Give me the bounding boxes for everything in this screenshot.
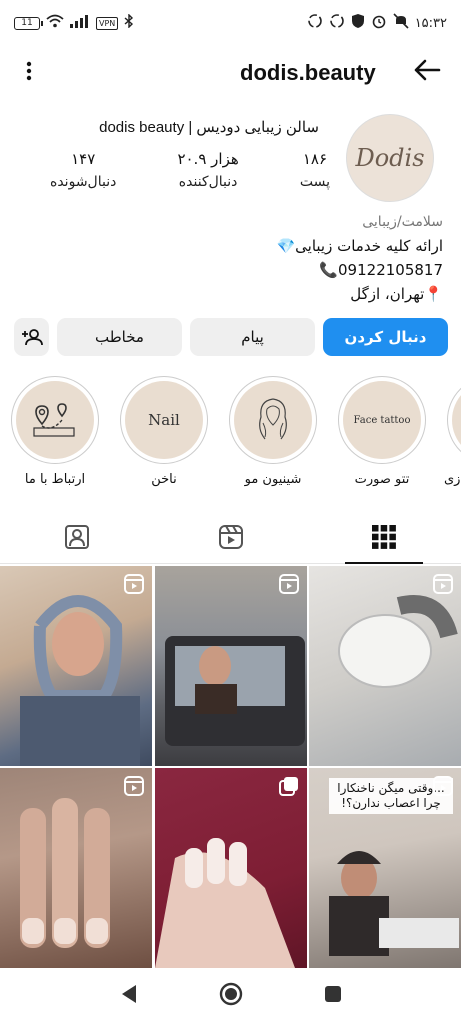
multi-post-icon xyxy=(278,777,298,796)
profile-avatar[interactable]: Dodis xyxy=(346,114,434,202)
hair-sketch-icon xyxy=(234,381,312,459)
stat-posts[interactable]: ۱۸۶ پست xyxy=(300,150,330,190)
highlight-ring xyxy=(229,376,317,464)
map-pin-icon xyxy=(16,381,94,459)
highlight-ring: Face tattoo xyxy=(338,376,426,464)
post-thumbnail[interactable]: ...وقتی میگن ناخنکارا چرا اعصاب ندارن؟! xyxy=(309,768,461,968)
post-thumbnail[interactable] xyxy=(0,768,152,968)
sync-icon xyxy=(307,13,323,33)
post-thumbnail[interactable] xyxy=(154,768,307,968)
bio-phone[interactable]: 09122105817📞 xyxy=(276,258,443,282)
stat-following[interactable]: ۱۴۷ دنبال‌شونده xyxy=(50,150,116,190)
stat-label: پست xyxy=(299,174,330,190)
tab-reels[interactable] xyxy=(154,510,308,563)
more-vertical-icon[interactable] xyxy=(26,61,32,86)
post-image xyxy=(164,636,305,746)
tagged-person-icon xyxy=(64,524,89,549)
battery-level: 11 xyxy=(21,18,33,28)
back-arrow-icon[interactable] xyxy=(413,58,441,86)
post-image xyxy=(20,595,140,766)
highlight-label: ناخن xyxy=(151,472,177,487)
sync-icon xyxy=(329,13,345,33)
reel-badge-icon xyxy=(433,776,453,796)
stat-followers[interactable]: ۲۰.۹ هزار دنبال‌کننده xyxy=(177,150,238,190)
highlight-item[interactable]: شینیون مو xyxy=(228,376,318,487)
status-right: ۱۵:۳۲ xyxy=(307,13,447,33)
highlight-cover: Face tattoo xyxy=(343,381,421,459)
highlight-ring xyxy=(11,376,99,464)
reel-badge-icon xyxy=(124,776,144,796)
story-highlights: ارتباط با ما Nail ناخن شینیون مو Face ta… xyxy=(0,376,461,496)
system-navbar xyxy=(0,968,461,1024)
bio-location: 📍تهران، ازگل xyxy=(350,285,443,303)
highlight-ring: Nail xyxy=(120,376,208,464)
highlight-label: ارتباط با ما xyxy=(24,472,86,487)
highlight-cover-text: Face tattoo xyxy=(353,414,411,426)
reels-icon xyxy=(218,524,243,549)
avatar-logo-text: Dodis xyxy=(355,144,425,172)
profile-full-name: سالن زیبایی دودیس | dodis beauty xyxy=(99,119,319,136)
highlight-label: شینیون مو xyxy=(244,472,302,487)
stat-value: ۲۰.۹ هزار xyxy=(177,150,239,168)
profile-actions: دنبال کردن پیام مخاطب xyxy=(14,318,448,356)
stat-value: ۱۸۶ xyxy=(302,150,328,168)
signal-icon xyxy=(70,14,90,32)
add-user-button[interactable] xyxy=(14,318,49,356)
highlight-cover xyxy=(452,381,461,459)
bluetooth-icon xyxy=(124,13,134,32)
battery-icon: 11 xyxy=(14,16,43,30)
post-image xyxy=(20,798,110,948)
posts-grid: ...وقتی میگن ناخنکارا چرا اعصاب ندارن؟! xyxy=(0,566,461,968)
highlight-item[interactable]: ارتباط با ما xyxy=(10,376,100,487)
highlight-item[interactable]: Nail ناخن xyxy=(119,376,209,487)
status-left: 11 VPN xyxy=(14,13,134,32)
nav-back-icon[interactable] xyxy=(119,983,139,1009)
tab-grid[interactable] xyxy=(307,510,461,564)
reel-badge-icon xyxy=(124,574,144,594)
post-image xyxy=(154,838,295,968)
post-thumbnail[interactable] xyxy=(0,566,152,766)
status-bar: 11 VPN ۱۵:۳۲ xyxy=(0,0,461,46)
reel-badge-icon xyxy=(433,574,453,594)
grid-icon xyxy=(372,524,397,549)
clock-time: ۱۵:۳۲ xyxy=(414,15,447,31)
highlight-cover: Nail xyxy=(125,381,203,459)
follow-button[interactable]: دنبال کردن xyxy=(323,318,448,356)
profile-username: dodis.beauty xyxy=(240,60,376,85)
message-button[interactable]: پیام xyxy=(190,318,315,356)
profile-bio: سلامت/زیبایی ارائه کلیه خدمات زیبایی💎 09… xyxy=(276,210,443,306)
alarm-icon xyxy=(371,13,387,33)
reel-badge-icon xyxy=(278,574,299,594)
post-thumbnail[interactable] xyxy=(309,566,461,766)
top-bar: dodis.beauty xyxy=(0,46,461,100)
mute-icon xyxy=(393,13,409,33)
stat-value: ۱۴۷ xyxy=(71,150,96,168)
stat-label: دنبال‌کننده xyxy=(178,174,238,190)
vpn-badge: VPN xyxy=(96,16,119,30)
wifi-icon xyxy=(46,14,64,32)
profile-tabs xyxy=(0,510,461,564)
post-image xyxy=(338,595,458,688)
highlight-label: زی xyxy=(444,472,461,487)
highlight-ring xyxy=(447,376,461,464)
highlight-label: تتو صورت xyxy=(354,472,410,487)
highlight-item[interactable]: زی xyxy=(444,376,461,487)
add-user-icon xyxy=(21,329,43,346)
contact-button[interactable]: مخاطب xyxy=(57,318,182,356)
highlight-item[interactable]: Face tattoo تتو صورت xyxy=(337,376,427,487)
highlight-cover-text: Nail xyxy=(148,411,180,429)
nav-home-icon[interactable] xyxy=(219,982,243,1010)
profile-category: سلامت/زیبایی xyxy=(362,214,443,230)
nav-recent-icon[interactable] xyxy=(323,984,343,1008)
bio-line: ارائه کلیه خدمات زیبایی💎 xyxy=(276,237,443,255)
tab-tagged[interactable] xyxy=(0,510,154,563)
profile-stats: ۱۸۶ پست ۲۰.۹ هزار دنبال‌کننده ۱۴۷ دنبال‌… xyxy=(50,150,330,190)
stat-label: دنبال‌شونده xyxy=(50,174,117,190)
shield-icon xyxy=(351,13,365,33)
post-thumbnail[interactable] xyxy=(154,566,307,766)
